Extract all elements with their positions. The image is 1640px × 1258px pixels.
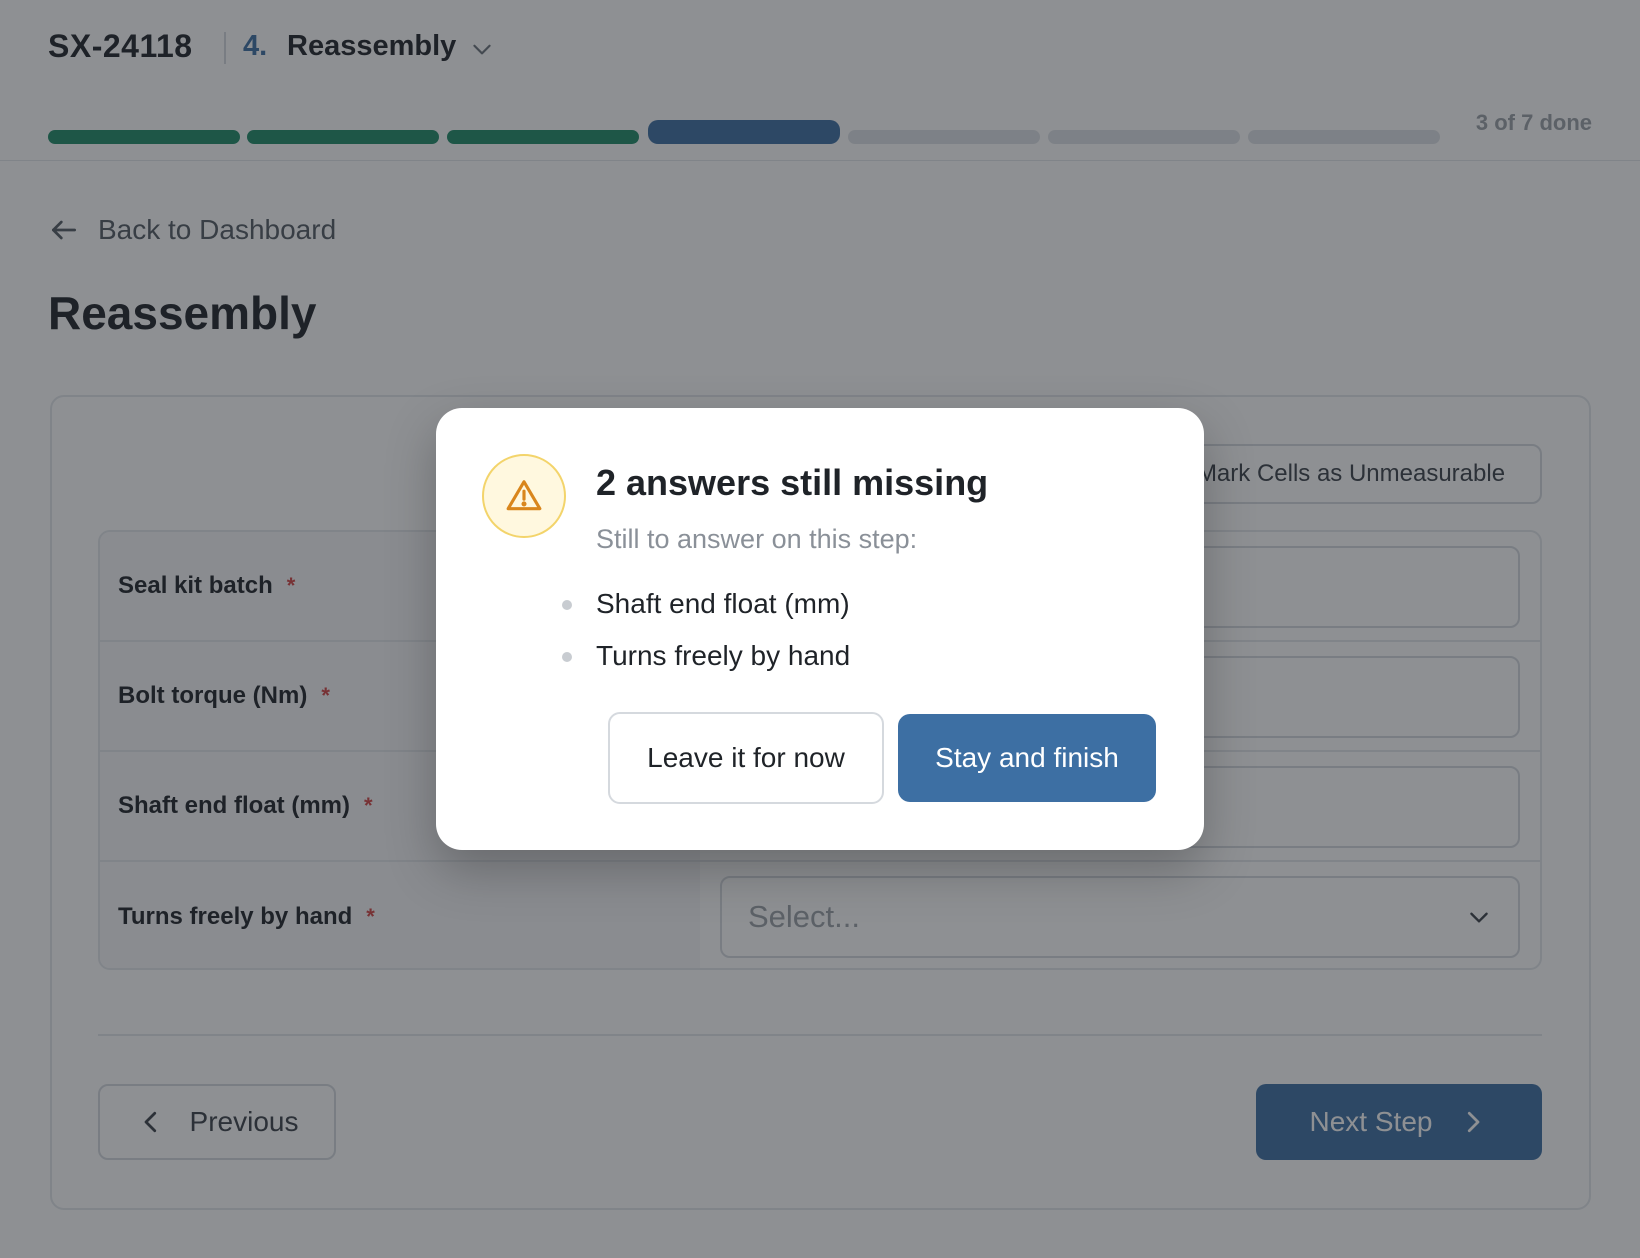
- bullet-dot: [562, 652, 572, 662]
- dialog-title: 2 answers still missing: [596, 462, 989, 503]
- stay-and-finish-button[interactable]: Stay and finish: [898, 714, 1156, 802]
- warning-badge: [482, 454, 566, 538]
- list-item: Shaft end float (mm): [562, 578, 850, 630]
- missing-answers-list: Shaft end float (mm) Turns freely by han…: [562, 578, 850, 682]
- dialog-subtitle: Still to answer on this step:: [596, 524, 918, 554]
- missing-item-label: Turns freely by hand: [596, 640, 851, 671]
- leave-for-now-button[interactable]: Leave it for now: [608, 712, 884, 804]
- missing-answers-dialog: 2 answers still missing Still to answer …: [436, 408, 1204, 850]
- list-item: Turns freely by hand: [562, 630, 850, 682]
- bullet-dot: [562, 600, 572, 610]
- missing-item-label: Shaft end float (mm): [596, 588, 850, 619]
- warning-triangle-icon: [506, 480, 542, 511]
